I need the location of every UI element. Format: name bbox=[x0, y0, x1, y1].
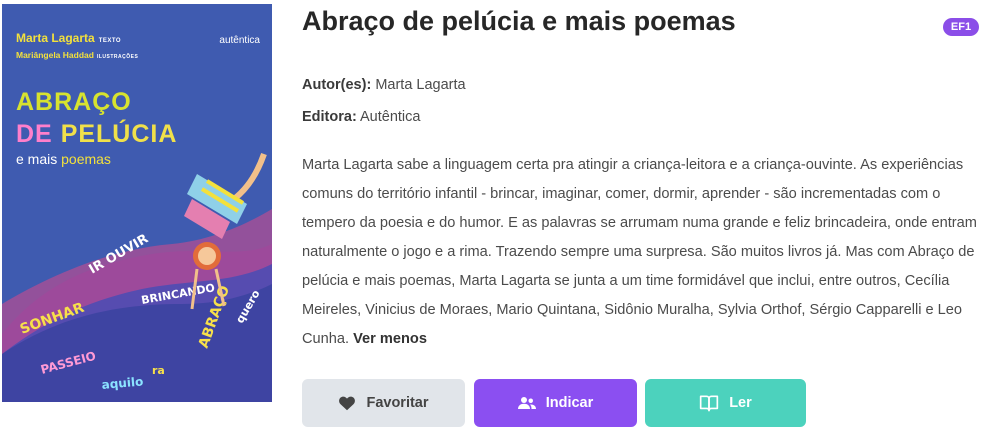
book-cover: SONHAR IR OUVIR BRINCANDO ABRAÇO PASSEIO… bbox=[2, 4, 272, 402]
publisher-value: Autêntica bbox=[360, 109, 421, 125]
recommend-button[interactable]: Indicar bbox=[474, 379, 637, 427]
users-icon bbox=[517, 397, 536, 409]
cover-publisher: autêntica bbox=[219, 35, 260, 46]
favorite-button[interactable]: Favoritar bbox=[302, 379, 465, 427]
description-text: Marta Lagarta sabe a linguagem certa pra… bbox=[302, 157, 977, 347]
cover-title-line2: DE PELÚCIA bbox=[16, 120, 178, 148]
read-label: Ler bbox=[729, 395, 752, 411]
read-button[interactable]: Ler bbox=[645, 379, 806, 427]
author-value: Marta Lagarta bbox=[375, 77, 466, 93]
heart-icon bbox=[339, 396, 356, 411]
book-description: Marta Lagarta sabe a linguagem certa pra… bbox=[302, 151, 977, 354]
cover-illustration: SONHAR IR OUVIR BRINCANDO ABRAÇO PASSEIO… bbox=[2, 152, 272, 402]
cover-title-line3: e mais poemas bbox=[16, 151, 111, 167]
book-title: Abraço de pelúcia e mais poemas bbox=[302, 6, 736, 36]
favorite-label: Favoritar bbox=[366, 395, 429, 411]
book-open-icon bbox=[700, 395, 719, 412]
recommend-label: Indicar bbox=[545, 395, 594, 411]
author-row: Autor(es): Marta Lagarta bbox=[302, 77, 466, 93]
svg-text:ra: ra bbox=[152, 364, 165, 377]
publisher-row: Editora: Autêntica bbox=[302, 109, 420, 125]
cover-illustrator: Mariângela Haddad ILUSTRAÇÕES bbox=[16, 50, 139, 60]
author-label: Autor(es): bbox=[302, 77, 372, 93]
see-less-link[interactable]: Ver menos bbox=[353, 331, 427, 347]
publisher-label: Editora: bbox=[302, 109, 357, 125]
grade-badge: EF1 bbox=[943, 18, 979, 36]
cover-title-line1: ABRAÇO bbox=[16, 88, 132, 116]
cover-author: Marta Lagarta TEXTO bbox=[16, 31, 122, 45]
